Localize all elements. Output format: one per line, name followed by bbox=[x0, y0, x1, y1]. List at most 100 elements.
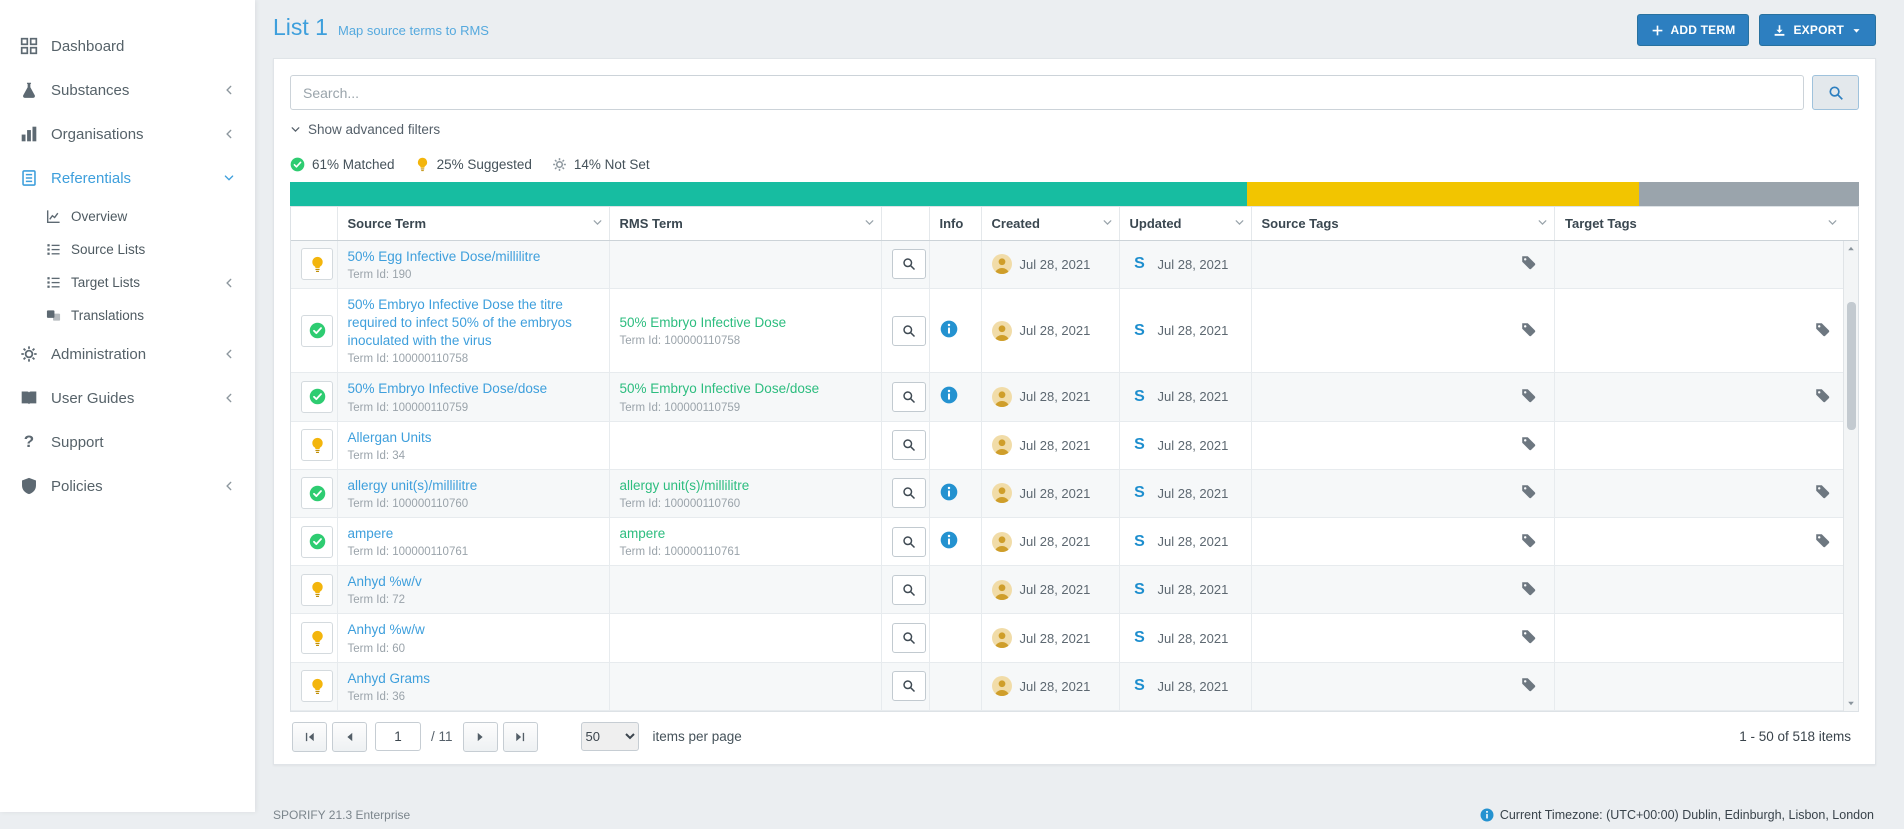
page-size-select[interactable]: 50 bbox=[581, 722, 639, 751]
rms-term-link[interactable]: ampere bbox=[620, 525, 871, 543]
sidebar-item[interactable]: User Guides bbox=[0, 376, 255, 420]
status-toggle-button[interactable] bbox=[301, 670, 333, 702]
info-icon[interactable] bbox=[940, 483, 958, 501]
source-term-link[interactable]: allergy unit(s)/millilitre bbox=[348, 477, 599, 495]
row-search-button[interactable] bbox=[892, 430, 926, 460]
page-number-input[interactable] bbox=[375, 722, 421, 751]
scroll-down-icon[interactable] bbox=[1846, 698, 1856, 708]
row-search-button[interactable] bbox=[892, 671, 926, 701]
check-circle-icon bbox=[290, 157, 305, 172]
search-button[interactable] bbox=[1812, 75, 1859, 110]
status-toggle-button[interactable] bbox=[301, 248, 333, 280]
status-toggle-button[interactable] bbox=[301, 622, 333, 654]
source-tag-icon[interactable] bbox=[1521, 484, 1536, 499]
status-toggle-button[interactable] bbox=[301, 574, 333, 606]
row-search-button[interactable] bbox=[892, 316, 926, 346]
source-tag-icon[interactable] bbox=[1521, 629, 1536, 644]
source-term-link[interactable]: 50% Embryo Infective Dose the titre requ… bbox=[348, 296, 599, 351]
sidebar-item[interactable]: Referentials bbox=[0, 156, 255, 200]
table-row: 50% Egg Infective Dose/millilitre Term I… bbox=[291, 240, 1858, 288]
source-term-link[interactable]: Allergan Units bbox=[348, 429, 599, 447]
target-tag-icon[interactable] bbox=[1815, 322, 1830, 337]
sort-chevron-icon[interactable] bbox=[1827, 217, 1838, 228]
sidebar-item[interactable]: Overview bbox=[0, 200, 255, 233]
updated-column-header[interactable]: Updated bbox=[1119, 207, 1251, 240]
match-status-legend: 61% Matched 25% Suggested 14% Not Set bbox=[290, 157, 1859, 172]
sidebar-item[interactable]: Administration bbox=[0, 332, 255, 376]
add-term-button[interactable]: ADD TERM bbox=[1637, 14, 1750, 46]
target-tag-icon[interactable] bbox=[1815, 533, 1830, 548]
source-tags-column-header[interactable]: Source Tags bbox=[1251, 207, 1555, 240]
source-tag-icon[interactable] bbox=[1521, 677, 1536, 692]
sort-chevron-icon[interactable] bbox=[1102, 217, 1113, 228]
sidebar-item[interactable]: Dashboard bbox=[0, 24, 255, 68]
scrollbar-thumb[interactable] bbox=[1847, 302, 1856, 430]
row-search-button[interactable] bbox=[892, 382, 926, 412]
rms-term-link[interactable]: 50% Embryo Infective Dose/dose bbox=[620, 380, 871, 398]
info-icon bbox=[1480, 808, 1494, 822]
info-icon[interactable] bbox=[940, 386, 958, 404]
sidebar-item[interactable]: Policies bbox=[0, 464, 255, 508]
source-term-link[interactable]: 50% Egg Infective Dose/millilitre bbox=[348, 248, 599, 266]
table-scrollbar[interactable] bbox=[1843, 241, 1858, 711]
sidebar-item[interactable]: Source Lists bbox=[0, 233, 255, 266]
scroll-up-icon[interactable] bbox=[1846, 244, 1856, 254]
last-page-button[interactable] bbox=[503, 722, 538, 752]
export-button[interactable]: EXPORT bbox=[1759, 14, 1876, 46]
source-tag-icon[interactable] bbox=[1521, 388, 1536, 403]
sidebar-item[interactable]: ? Support bbox=[0, 420, 255, 464]
sidebar-item[interactable]: Target Lists bbox=[0, 266, 255, 299]
sort-chevron-icon[interactable] bbox=[1537, 217, 1548, 228]
sidebar-item[interactable]: Translations bbox=[0, 299, 255, 332]
created-column-header[interactable]: Created bbox=[981, 207, 1119, 240]
search-input[interactable] bbox=[290, 75, 1804, 110]
info-icon[interactable] bbox=[940, 531, 958, 549]
sort-chevron-icon[interactable] bbox=[592, 217, 603, 228]
row-search-button[interactable] bbox=[892, 478, 926, 508]
rms-term-link[interactable]: allergy unit(s)/millilitre bbox=[620, 477, 871, 495]
source-tag-icon[interactable] bbox=[1521, 436, 1536, 451]
source-term-link[interactable]: Anhyd %w/v bbox=[348, 573, 599, 591]
rms-term-link[interactable]: 50% Embryo Infective Dose bbox=[620, 314, 871, 332]
row-search-button[interactable] bbox=[892, 249, 926, 279]
source-term-link[interactable]: 50% Embryo Infective Dose/dose bbox=[348, 380, 599, 398]
source-term-link[interactable]: ampere bbox=[348, 525, 599, 543]
status-toggle-button[interactable] bbox=[301, 477, 333, 509]
status-toggle-button[interactable] bbox=[301, 429, 333, 461]
user-avatar-icon bbox=[992, 254, 1012, 274]
source-lists-icon bbox=[46, 242, 61, 257]
row-search-button[interactable] bbox=[892, 575, 926, 605]
sidebar-item[interactable]: Organisations bbox=[0, 112, 255, 156]
updated-cell: S Jul 28, 2021 bbox=[1130, 322, 1241, 340]
source-tag-icon[interactable] bbox=[1521, 322, 1536, 337]
source-term-link[interactable]: Anhyd %w/w bbox=[348, 621, 599, 639]
source-tag-icon[interactable] bbox=[1521, 581, 1536, 596]
source-term-column-header[interactable]: Source Term bbox=[337, 207, 609, 240]
target-tag-icon[interactable] bbox=[1815, 484, 1830, 499]
sort-chevron-icon[interactable] bbox=[1234, 217, 1245, 228]
info-icon[interactable] bbox=[940, 320, 958, 338]
target-tag-icon[interactable] bbox=[1815, 388, 1830, 403]
source-tag-icon[interactable] bbox=[1521, 255, 1536, 270]
status-toggle-button[interactable] bbox=[301, 526, 333, 558]
row-search-button[interactable] bbox=[892, 527, 926, 557]
search-icon bbox=[902, 535, 916, 549]
row-search-button[interactable] bbox=[892, 623, 926, 653]
advanced-filters-toggle[interactable]: Show advanced filters bbox=[290, 122, 440, 137]
created-date: Jul 28, 2021 bbox=[1020, 438, 1091, 453]
status-toggle-button[interactable] bbox=[301, 315, 333, 347]
updated-cell: S Jul 28, 2021 bbox=[1130, 484, 1241, 502]
next-page-button[interactable] bbox=[463, 722, 498, 752]
rms-term-column-header[interactable]: RMS Term bbox=[609, 207, 881, 240]
updated-cell: S Jul 28, 2021 bbox=[1130, 581, 1241, 599]
previous-page-button[interactable] bbox=[332, 722, 367, 752]
source-term-link[interactable]: Anhyd Grams bbox=[348, 670, 599, 688]
first-page-button[interactable] bbox=[292, 722, 327, 752]
user-guides-icon bbox=[20, 389, 38, 407]
source-tag-icon[interactable] bbox=[1521, 533, 1536, 548]
sidebar-item[interactable]: Substances bbox=[0, 68, 255, 112]
status-toggle-button[interactable] bbox=[301, 381, 333, 413]
target-tags-column-header[interactable]: Target Tags bbox=[1555, 207, 1859, 240]
previous-page-icon bbox=[344, 731, 356, 743]
sort-chevron-icon[interactable] bbox=[864, 217, 875, 228]
